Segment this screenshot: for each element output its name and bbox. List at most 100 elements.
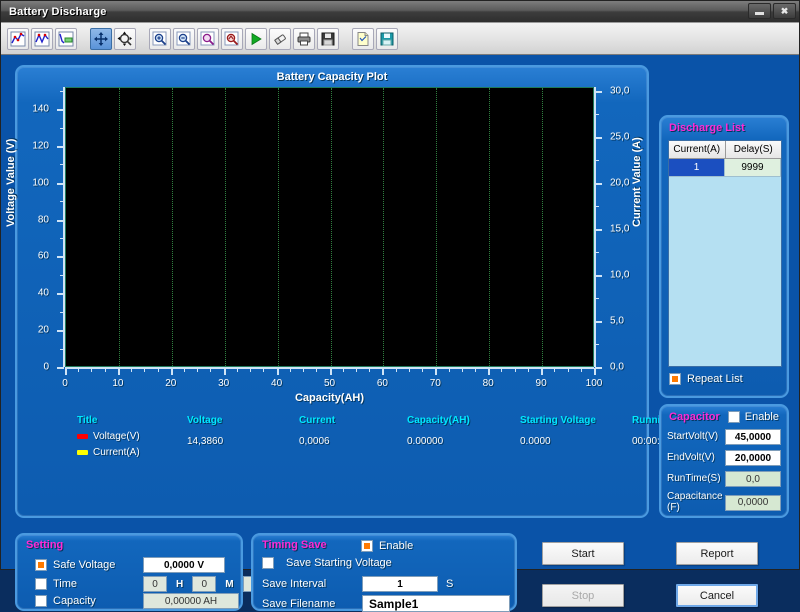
time-minutes-input[interactable]: 0 (192, 576, 217, 592)
y-axis-left-tick-label: 140 (32, 103, 49, 115)
repeat-list-label: Repeat List (687, 373, 743, 385)
capacitor-startvolt-field[interactable]: 45,0000 (725, 429, 781, 445)
readout-value: 0,0006 (299, 436, 330, 447)
save-starting-voltage-label: Save Starting Voltage (286, 557, 392, 569)
x-axis-title: Capacity(AH) (294, 392, 365, 404)
x-axis-tick (461, 368, 463, 372)
x-axis-tick (197, 368, 199, 372)
table-row[interactable]: 1 9999 (669, 159, 781, 177)
plot-curve-1-icon[interactable] (7, 27, 29, 50)
minimize-button[interactable] (748, 3, 771, 19)
grid-line-vertical (330, 88, 332, 366)
x-axis-tick (554, 368, 556, 372)
save-icon[interactable] (317, 27, 339, 50)
x-axis-tick (527, 368, 529, 372)
safe-voltage-input[interactable]: 0,0000 V (143, 557, 225, 573)
capacity-input[interactable]: 0,00000 AH (143, 593, 239, 609)
cell-delay[interactable]: 9999 (725, 159, 781, 177)
zoom-out-icon[interactable] (173, 27, 195, 50)
capacitor-runtime-row: RunTime(S) 0,0 (667, 471, 781, 487)
capacitor-startvolt-row: StartVolt(V) 45,0000 (667, 429, 781, 445)
eraser-icon[interactable] (269, 27, 291, 50)
export-document-icon[interactable] (352, 27, 374, 50)
y-axis-left-tick (57, 109, 64, 112)
x-axis-tick (541, 368, 544, 375)
plot-wrapper[interactable] (65, 87, 594, 367)
column-header-delay[interactable]: Delay(S) (725, 141, 781, 159)
legend-swatch-icon (77, 450, 88, 455)
y-axis-right-tick (595, 367, 602, 369)
chart-title: Battery Capacity Plot (276, 71, 388, 83)
stop-button[interactable]: Stop (542, 584, 624, 607)
timing-save-panel: Timing Save Enable Save Starting Voltage… (251, 533, 517, 612)
capacitor-endvolt-field[interactable]: 20,0000 (725, 450, 781, 466)
y-axis-left-tick-label: 60 (37, 250, 49, 262)
x-axis-tick (580, 368, 582, 372)
save-filename-input[interactable]: Sample1 (362, 595, 510, 612)
discharge-list-grid[interactable]: Current(A) Delay(S) 1 9999 (668, 140, 782, 367)
time-label: Time (53, 578, 78, 590)
safe-voltage-checkbox[interactable] (35, 559, 47, 571)
toolbar-group-views (7, 27, 77, 50)
cancel-button[interactable]: Cancel (676, 584, 758, 607)
capacitor-capacitance-value: 0,0000 (725, 494, 781, 511)
start-button[interactable]: Start (542, 542, 624, 565)
y-axis-right-tick (595, 320, 602, 323)
capacitor-endvolt-row: EndVolt(V) 20,0000 (667, 450, 781, 466)
y-axis-right-tick-label: 30,0 (610, 85, 630, 97)
zoom-box-tool-icon[interactable] (114, 27, 136, 50)
timing-save-enable-checkbox[interactable] (361, 540, 373, 552)
y-axis-left-tick (60, 164, 64, 166)
close-button[interactable]: ✖ (773, 3, 796, 19)
time-hours-input[interactable]: 0 (143, 576, 167, 592)
x-axis-tick (250, 368, 252, 372)
y-axis-left-tick (57, 256, 64, 259)
repeat-list-row[interactable]: Repeat List (669, 373, 743, 385)
x-axis-tick (289, 368, 291, 372)
discharge-list-panel: Discharge List Current(A) Delay(S) 1 999… (659, 115, 789, 398)
save-starting-voltage-checkbox[interactable] (262, 557, 274, 569)
zoom-in-icon[interactable] (149, 27, 171, 50)
column-header-current[interactable]: Current(A) (669, 141, 726, 159)
repeat-list-checkbox[interactable] (669, 373, 681, 385)
pan-tool-icon[interactable] (90, 27, 112, 50)
y-axis-left-tick (60, 90, 64, 92)
timing-save-enable-row[interactable]: Enable (361, 540, 413, 552)
report-button[interactable]: Report (676, 542, 758, 565)
readout-value: 0.0000 (520, 436, 551, 447)
readout-column: Voltage 14,3860 (187, 415, 223, 447)
window-title: Battery Discharge (9, 5, 107, 18)
capacitor-enable-row[interactable]: Enable (727, 411, 779, 423)
plot-curve-3-icon[interactable] (55, 27, 77, 50)
zoom-reset-icon[interactable] (221, 27, 243, 50)
timing-save-enable-label: Enable (379, 540, 414, 552)
y-axis-left-tick (57, 182, 64, 185)
capacitor-enable-checkbox[interactable] (727, 411, 740, 423)
zoom-fit-icon[interactable] (197, 27, 219, 50)
x-axis-tick (408, 368, 410, 372)
y-axis-right-tick-label: 20,0 (610, 177, 630, 189)
y-axis-left-tick (60, 127, 64, 129)
save-interval-row: Save Interval 1 S (262, 576, 453, 592)
y-axis-left-tick-label: 80 (37, 214, 49, 226)
y-axis-right-tick-label: 25,0 (610, 131, 630, 143)
x-axis-tick-label: 0 (62, 378, 68, 389)
time-checkbox[interactable] (35, 578, 47, 590)
y-axis-left-tick (60, 274, 64, 276)
readout-header: Capacity(AH) (407, 415, 470, 426)
print-icon[interactable] (293, 27, 315, 50)
readout-header: Current (299, 415, 336, 426)
readout-value: 0.00000 (407, 436, 444, 447)
plot-curve-2-icon[interactable] (31, 27, 53, 50)
save-interval-input[interactable]: 1 (362, 576, 438, 592)
x-axis-tick-label: 70 (429, 378, 441, 389)
capacity-checkbox[interactable] (35, 595, 47, 607)
x-axis-tick (144, 368, 146, 372)
chart-panel: Battery Capacity Plot 0 20 40 60 80 100 120 140… (5, 65, 698, 518)
play-icon[interactable] (245, 27, 267, 50)
y-axis-left-tick (57, 145, 64, 148)
cell-current[interactable]: 1 (669, 159, 725, 177)
x-axis: 0 10 20 30 40 50 60 70 80 90 100 (62, 367, 602, 389)
plot-area[interactable] (65, 87, 594, 367)
save-as-icon[interactable] (376, 27, 398, 50)
